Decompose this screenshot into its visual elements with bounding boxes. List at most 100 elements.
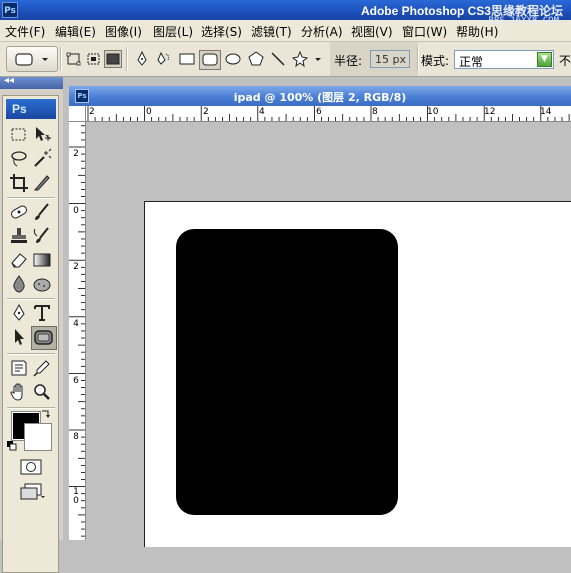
type-tool[interactable] [31, 302, 53, 324]
arrow-pointer-icon [15, 329, 24, 345]
default-colors-icon[interactable] [7, 441, 17, 451]
history-brush-icon [33, 227, 49, 243]
clone-stamp-icon [11, 228, 27, 243]
tools-ps-logo[interactable]: Ps [6, 99, 56, 119]
slice-icon [33, 175, 50, 191]
horizontal-ruler-ticks [87, 106, 570, 121]
ruler-h-label: 6 [316, 107, 322, 117]
eyedropper-tool[interactable] [31, 357, 53, 379]
menu-edit[interactable]: 编辑(E) [55, 23, 96, 40]
menu-window[interactable]: 窗口(W) [402, 23, 447, 40]
marquee-tool[interactable] [8, 124, 30, 146]
menu-view[interactable]: 视图(V) [351, 23, 393, 40]
clone-stamp-tool[interactable] [8, 225, 30, 247]
watermark-text: BBS.16XX8.COM [488, 16, 559, 26]
quick-mask-icon [20, 459, 42, 475]
swap-colors-icon[interactable] [40, 408, 52, 420]
paths-icon [87, 53, 100, 65]
rounded-rectangle-shape[interactable] [176, 229, 398, 515]
eraser-tool[interactable] [8, 249, 30, 271]
line-shape-button[interactable] [269, 50, 287, 68]
pen-icon [137, 50, 147, 66]
ruler-v-label: 0 [73, 206, 79, 216]
ruler-h-label: 10 [427, 107, 439, 117]
gradient-tool[interactable] [31, 249, 53, 271]
history-brush-tool[interactable] [31, 225, 53, 247]
zoom-magnifier-icon [34, 384, 50, 400]
magic-wand-tool[interactable] [31, 148, 53, 170]
hand-icon [10, 383, 23, 401]
rounded-rectangle-button[interactable] [199, 50, 221, 70]
opacity-label-truncated: 不 [559, 54, 571, 68]
custom-shape-icon [291, 50, 309, 68]
path-selection-tool[interactable] [8, 326, 30, 348]
hand-tool[interactable] [8, 381, 30, 403]
rectangle-shape-button[interactable] [178, 50, 196, 68]
crop-tool[interactable] [8, 172, 30, 194]
tool-preset-picker[interactable] [6, 46, 58, 72]
fill-pixels-icon [106, 53, 120, 65]
quick-mask-button[interactable] [19, 458, 43, 476]
collapse-arrows-icon[interactable]: ◂◂ [4, 75, 14, 86]
document-title: ipad @ 100% (图层 2, RGB/8) [233, 91, 407, 104]
brush-tool[interactable] [31, 201, 53, 223]
shape-layers-button[interactable] [65, 50, 83, 68]
app-title-bar: Ps Adobe Photoshop CS3思缘教程论坛 [0, 0, 571, 20]
fill-pixels-button[interactable] [104, 50, 122, 68]
horizontal-ruler[interactable]: 2 0 2 4 6 8 10 12 14 [86, 106, 571, 122]
mode-select[interactable]: 正常 ▼ [454, 50, 554, 69]
notes-icon [11, 360, 27, 376]
screen-mode-button[interactable] [19, 482, 47, 502]
menu-select[interactable]: 选择(S) [201, 23, 242, 40]
tools-panel: ◂◂ Ps [0, 75, 63, 573]
move-icon [36, 127, 51, 141]
lasso-tool[interactable] [8, 148, 30, 170]
magic-wand-icon [34, 148, 52, 167]
zoom-tool[interactable] [31, 381, 53, 403]
pen-tool[interactable] [8, 302, 30, 324]
document-title-bar[interactable]: Ps ipad @ 100% (图层 2, RGB/8) [69, 86, 571, 106]
vertical-ruler-ticks [69, 125, 85, 537]
rounded-rectangle-tool[interactable] [31, 326, 57, 350]
ruler-v-label: 4 [73, 319, 79, 329]
menu-layer[interactable]: 图层(L) [153, 23, 193, 40]
shape-options-dropdown[interactable] [312, 50, 324, 68]
pen-tool-button[interactable] [133, 50, 151, 68]
menu-image[interactable]: 图像(I) [105, 23, 142, 40]
ellipse-shape-button[interactable] [224, 50, 242, 68]
brush-icon [35, 203, 49, 220]
slice-tool[interactable] [31, 172, 53, 194]
mode-select-value: 正常 [459, 55, 484, 69]
crop-icon [10, 174, 28, 192]
menu-filter[interactable]: 滤镜(T) [251, 23, 292, 40]
ruler-v-label: 6 [73, 376, 79, 386]
ruler-h-label: 12 [484, 107, 496, 117]
dodge-tool[interactable] [31, 273, 53, 295]
ruler-v-label: 2 [73, 262, 79, 272]
mode-label: 模式: [421, 54, 450, 68]
vertical-ruler[interactable]: 2 0 2 4 6 8 1 0 [69, 122, 86, 540]
radius-input[interactable] [370, 50, 410, 68]
background-color-swatch[interactable] [24, 423, 52, 451]
polygon-shape-button[interactable] [247, 50, 265, 68]
blur-tool[interactable] [8, 273, 30, 295]
healing-brush-tool[interactable] [8, 201, 30, 223]
ruler-h-label: 2 [89, 107, 95, 117]
document-canvas[interactable] [144, 201, 571, 547]
eyedropper-icon [33, 360, 50, 377]
menu-analysis[interactable]: 分析(A) [301, 23, 343, 40]
notes-tool[interactable] [8, 357, 30, 379]
ruler-origin[interactable] [69, 106, 86, 122]
paths-button[interactable] [85, 50, 103, 68]
ruler-h-label: 2 [203, 107, 209, 117]
radius-label: 半径: [334, 54, 363, 68]
ruler-h-label: 14 [540, 107, 552, 117]
move-tool[interactable] [31, 124, 53, 146]
photoshop-logo-icon: Ps [2, 2, 18, 18]
menu-file[interactable]: 文件(F) [5, 23, 45, 40]
shape-layers-icon [66, 52, 81, 66]
sponge-icon [33, 278, 51, 292]
freeform-pen-button[interactable] [155, 50, 173, 68]
tools-panel-header[interactable]: ◂◂ [0, 75, 63, 89]
custom-shape-button[interactable] [291, 50, 309, 68]
